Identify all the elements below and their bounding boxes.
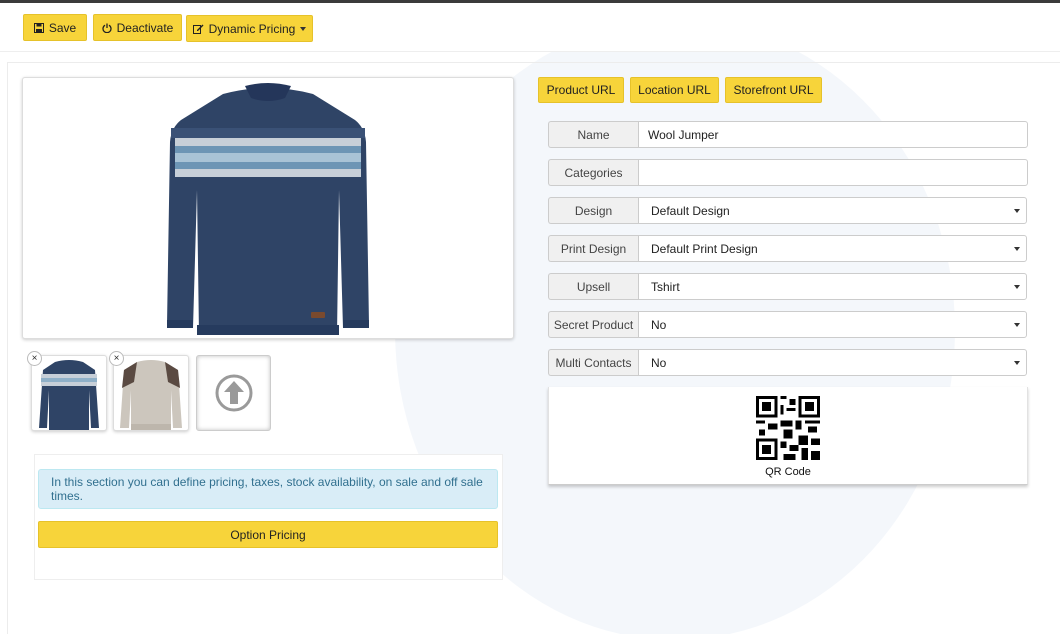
deactivate-button[interactable]: Deactivate [93,14,182,41]
print-design-row: Print Design Default Print Design [548,235,1027,262]
product-url-label: Product URL [546,83,616,97]
power-icon [102,23,112,33]
upsell-label: Upsell [548,273,638,300]
chevron-down-icon [1014,208,1020,213]
name-input[interactable]: Wool Jumper [638,121,1028,148]
sweater-image [167,83,369,335]
multi-contacts-value: No [651,355,667,370]
qr-code-panel: QR Code [548,387,1028,485]
cream-sweater-thumbnail-image [120,360,182,430]
multi-contacts-label: Multi Contacts [548,349,638,376]
deactivate-label: Deactivate [116,20,174,35]
chevron-down-icon [1014,246,1020,251]
dynamic-pricing-dropdown[interactable]: Dynamic Pricing [186,15,313,42]
product-thumbnail[interactable]: × [27,351,107,431]
location-url-button[interactable]: Location URL [630,77,719,103]
product-main-image [22,77,514,339]
location-url-label: Location URL [638,83,711,97]
arrow-up-circle-icon [215,374,252,412]
pricing-info-alert: In this section you can define pricing, … [38,469,498,509]
product-url-button[interactable]: Product URL [538,77,624,103]
categories-input[interactable] [638,159,1028,186]
design-select[interactable]: Default Design [638,197,1027,224]
multi-contacts-select[interactable]: No [638,349,1027,376]
product-thumbnail[interactable]: × [109,351,189,431]
upsell-value: Tshirt [651,279,680,294]
name-row: Name Wool Jumper [548,121,1028,148]
toolbar: Save Deactivate Dynamic Pricing [0,3,1060,52]
secret-product-row: Secret Product No [548,311,1027,338]
chevron-down-icon [1014,360,1020,365]
qr-code-image[interactable] [756,396,820,460]
edit-icon [192,24,204,34]
categories-row: Categories [548,159,1028,186]
storefront-url-button[interactable]: Storefront URL [725,77,822,103]
option-pricing-button[interactable]: Option Pricing [38,521,498,548]
save-label: Save [48,20,77,35]
close-icon[interactable]: × [109,351,124,366]
option-pricing-label: Option Pricing [230,527,306,542]
sweater-thumbnail-image [39,360,99,430]
chevron-down-icon [1014,284,1020,289]
secret-product-select[interactable]: No [638,311,1027,338]
multi-contacts-row: Multi Contacts No [548,349,1027,376]
print-design-select[interactable]: Default Print Design [638,235,1027,262]
storefront-url-label: Storefront URL [733,83,814,97]
save-button[interactable]: Save [23,14,87,41]
design-value: Default Design [651,203,730,218]
close-icon[interactable]: × [27,351,42,366]
categories-label: Categories [548,159,638,186]
print-design-label: Print Design [548,235,638,262]
print-design-value: Default Print Design [651,241,758,256]
name-label: Name [548,121,638,148]
upsell-select[interactable]: Tshirt [638,273,1027,300]
dynamic-pricing-label: Dynamic Pricing [208,21,296,36]
upsell-row: Upsell Tshirt [548,273,1027,300]
design-row: Design Default Design [548,197,1027,224]
secret-product-value: No [651,317,667,332]
chevron-down-icon [300,26,307,31]
upload-image-button[interactable] [196,355,271,431]
qr-code-label: QR Code [765,466,811,478]
secret-product-label: Secret Product [548,311,638,338]
design-label: Design [548,197,638,224]
floppy-disk-icon [33,22,44,33]
chevron-down-icon [1014,322,1020,327]
